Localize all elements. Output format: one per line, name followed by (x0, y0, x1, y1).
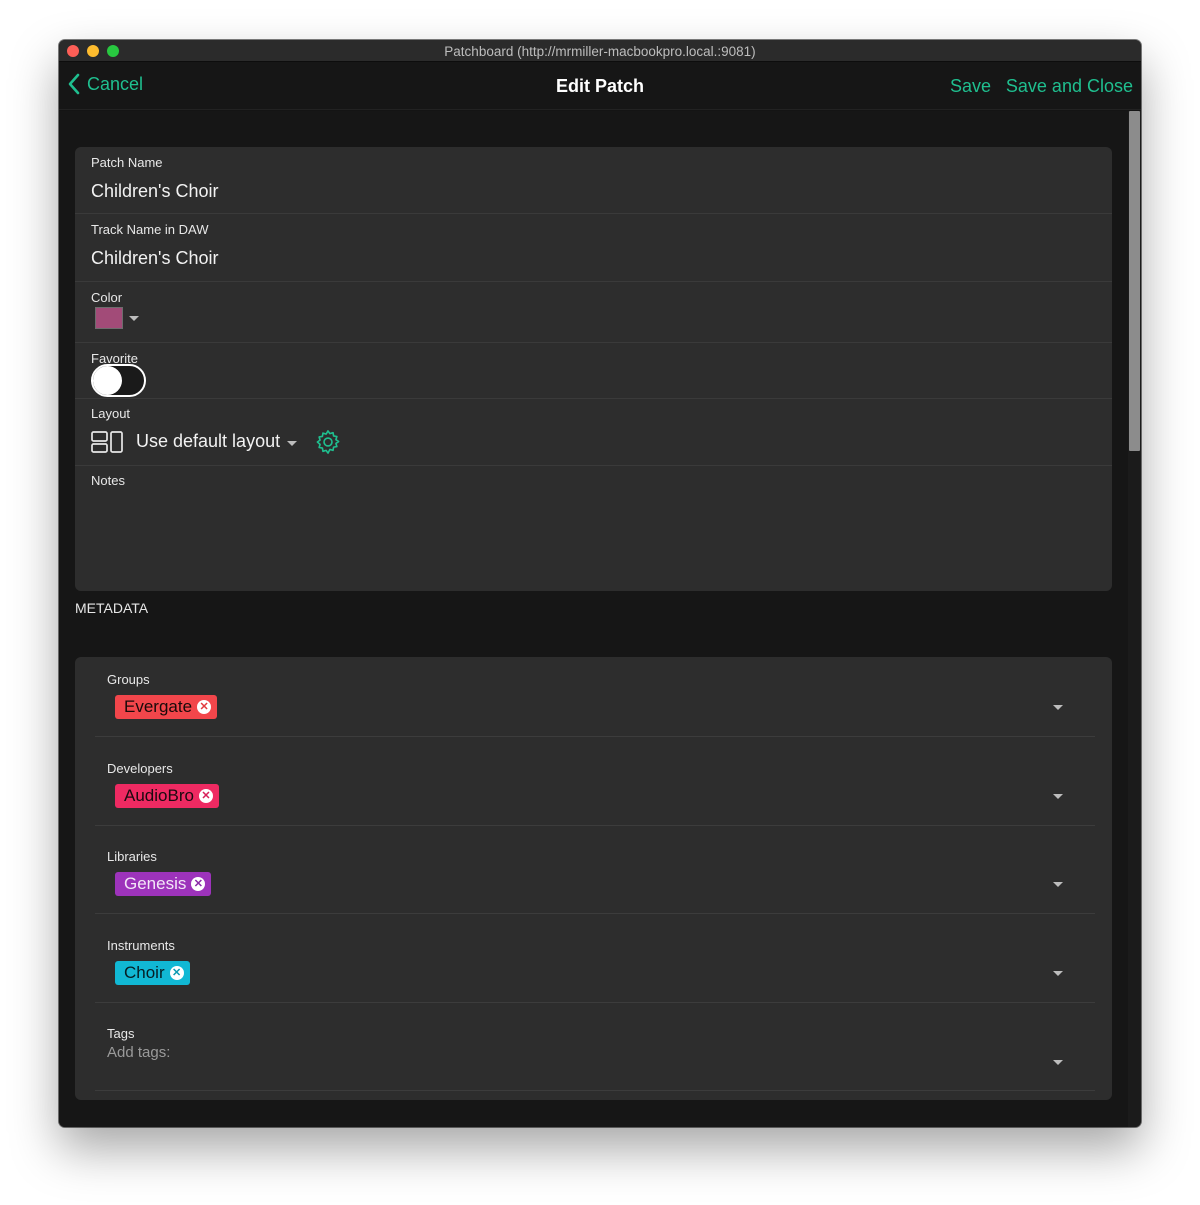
chip-label: Genesis (124, 874, 187, 893)
library-chip: Genesis ✕ (115, 872, 212, 896)
divider (75, 342, 1112, 343)
caret-down-icon[interactable] (1053, 794, 1063, 799)
track-name-label: Track Name in DAW (91, 222, 209, 237)
chip-label: Choir (124, 963, 165, 982)
layout-icon (91, 431, 123, 453)
nav-bar: Cancel Edit Patch Save Save and Close (59, 62, 1141, 110)
groups-label: Groups (107, 672, 150, 687)
color-label: Color (91, 290, 123, 305)
instrument-chip: Choir ✕ (115, 961, 190, 985)
close-circle-icon[interactable]: ✕ (169, 966, 184, 980)
title-bar: Patchboard (http://mrmiller-macbookpro.l… (59, 40, 1141, 62)
gear-icon[interactable] (314, 428, 342, 456)
metadata-heading: METADATA (75, 600, 149, 616)
color-picker[interactable] (95, 307, 123, 329)
save-and-close-button[interactable]: Save and Close (1006, 76, 1133, 97)
patch-details-card: Patch Name Children's Choir Track Name i… (75, 147, 1112, 591)
caret-down-icon[interactable] (1053, 1060, 1063, 1065)
layout-select[interactable]: Use default layout (136, 431, 280, 452)
divider (95, 1090, 1095, 1091)
window-title: Patchboard (http://mrmiller-macbookpro.l… (444, 44, 756, 59)
caret-down-icon[interactable] (1053, 882, 1063, 887)
divider (95, 1002, 1095, 1003)
tags-input[interactable]: Add tags: (107, 1044, 170, 1061)
chip-label: AudioBro (124, 786, 194, 805)
notes-input[interactable] (91, 499, 1091, 579)
chip-label: Evergate (124, 697, 193, 716)
group-chip: Evergate ✕ (115, 695, 218, 719)
layout-label: Layout (91, 406, 131, 421)
tags-label: Tags (107, 1026, 135, 1041)
caret-down-icon[interactable] (1053, 705, 1063, 710)
app-window: Patchboard (http://mrmiller-macbookpro.l… (59, 40, 1141, 1127)
save-button[interactable]: Save (950, 76, 991, 97)
scrollbar[interactable] (1128, 111, 1141, 1127)
divider (75, 398, 1112, 399)
close-circle-icon[interactable]: ✕ (197, 700, 212, 714)
divider (95, 825, 1095, 826)
caret-down-icon[interactable] (1053, 971, 1063, 976)
divider (75, 281, 1112, 282)
toggle-knob (93, 366, 122, 395)
developers-label: Developers (107, 761, 173, 776)
divider (75, 213, 1112, 214)
divider (95, 913, 1095, 914)
patch-name-label: Patch Name (91, 155, 163, 170)
developer-chip: AudioBro ✕ (115, 784, 219, 808)
scrollbar-thumb[interactable] (1129, 111, 1140, 451)
close-circle-icon[interactable]: ✕ (191, 877, 206, 891)
metadata-card: Groups Evergate ✕ Developers AudioBro ✕ … (75, 657, 1112, 1100)
close-circle-icon[interactable]: ✕ (198, 789, 213, 803)
caret-down-icon[interactable] (129, 316, 139, 321)
libraries-label: Libraries (107, 849, 157, 864)
favorite-toggle[interactable] (91, 364, 146, 397)
patch-name-input[interactable]: Children's Choir (91, 181, 219, 202)
content-area: Patch Name Children's Choir Track Name i… (59, 111, 1128, 1127)
caret-down-icon[interactable] (287, 441, 297, 446)
divider (75, 465, 1112, 466)
track-name-input[interactable]: Children's Choir (91, 248, 219, 269)
notes-label: Notes (91, 473, 125, 488)
divider (95, 736, 1095, 737)
instruments-label: Instruments (107, 938, 175, 953)
